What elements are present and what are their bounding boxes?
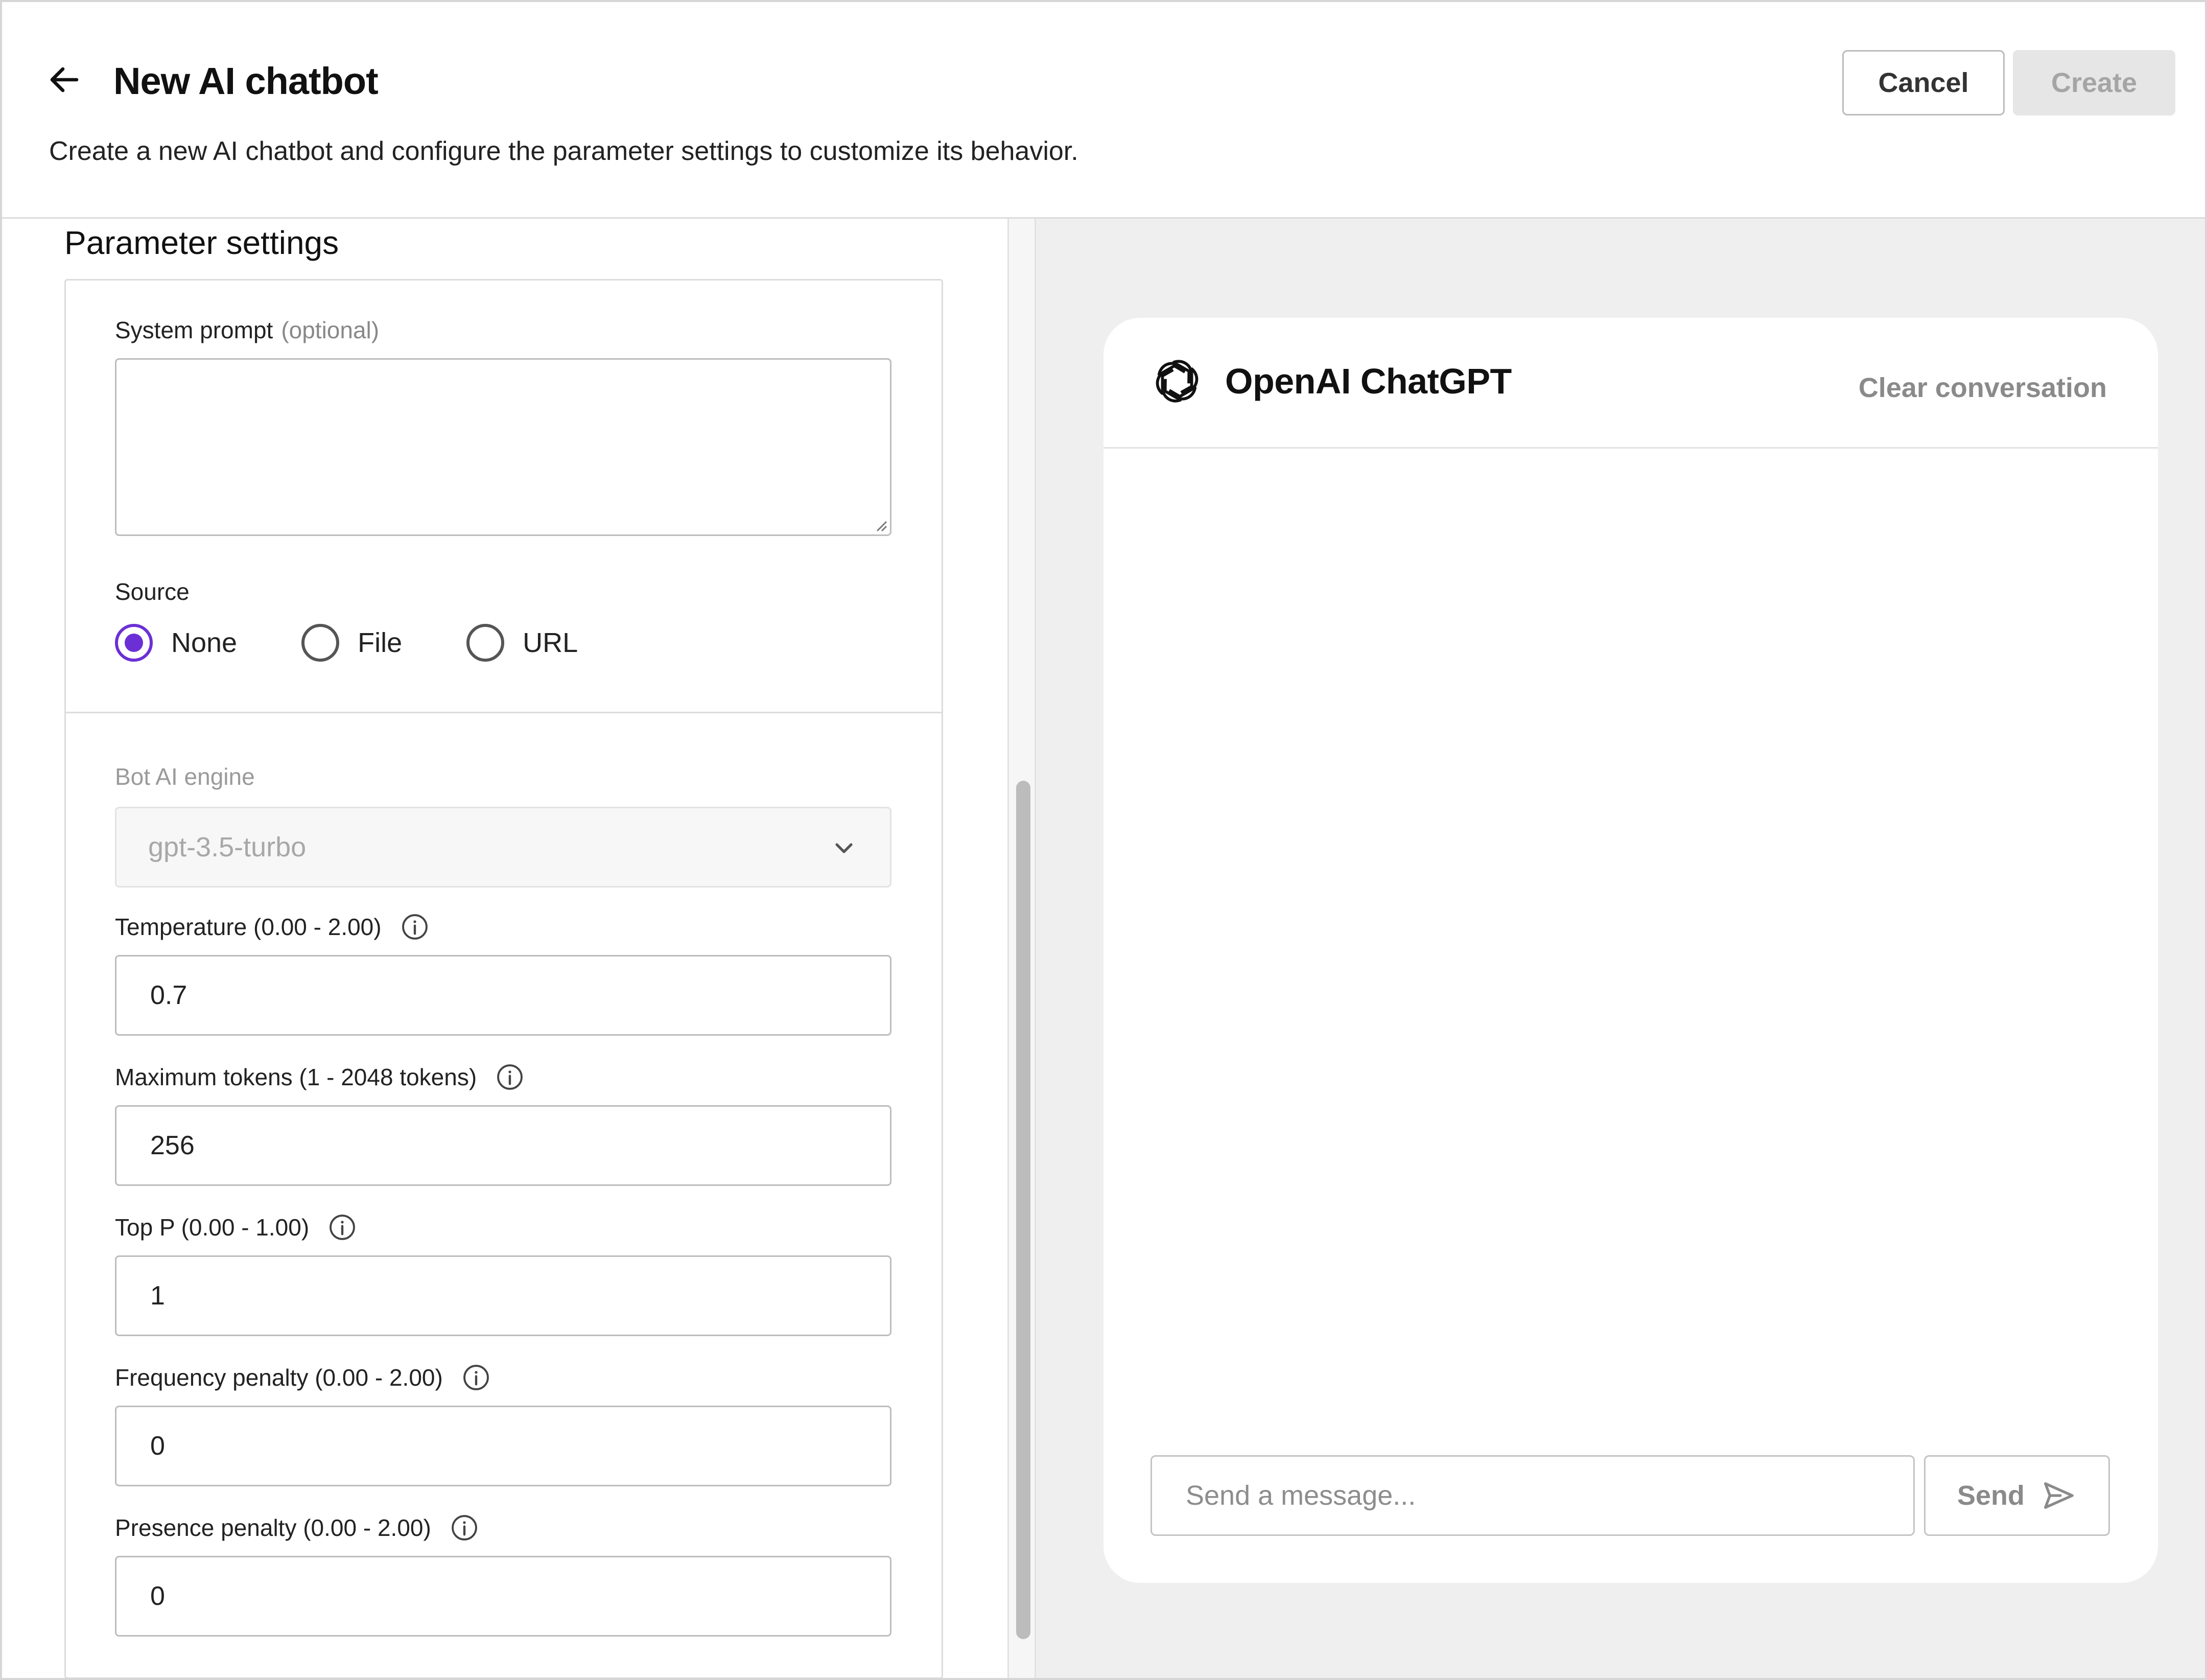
info-icon[interactable] xyxy=(400,912,430,942)
message-input[interactable] xyxy=(1151,1455,1915,1536)
frequency-penalty-label: Frequency penalty (0.00 - 2.00) xyxy=(115,1363,491,1392)
frequency-penalty-input[interactable]: 0 xyxy=(115,1406,891,1486)
presence-penalty-label: Presence penalty (0.00 - 2.00) xyxy=(115,1513,479,1543)
temperature-input[interactable]: 0.7 xyxy=(115,955,891,1036)
system-prompt-label-text: System prompt xyxy=(115,317,273,343)
section-divider xyxy=(66,712,942,713)
radio-unchecked-icon xyxy=(301,624,340,662)
source-option-label: URL xyxy=(523,627,578,658)
source-option-label: File xyxy=(358,627,403,658)
radio-unchecked-icon xyxy=(466,624,505,662)
page-subtitle: Create a new AI chatbot and configure th… xyxy=(49,136,1078,166)
frequency-penalty-label-text: Frequency penalty (0.00 - 2.00) xyxy=(115,1364,443,1391)
clear-conversation-button[interactable]: Clear conversation xyxy=(1859,372,2107,404)
chat-title: OpenAI ChatGPT xyxy=(1225,361,1512,401)
temperature-label: Temperature (0.00 - 2.00) xyxy=(115,912,430,942)
engine-select[interactable]: gpt-3.5-turbo xyxy=(115,807,891,888)
send-button[interactable]: Send xyxy=(1924,1455,2110,1536)
scrollbar-thumb[interactable] xyxy=(1016,781,1030,1639)
source-option-file[interactable]: File xyxy=(301,624,402,662)
top-p-label-text: Top P (0.00 - 1.00) xyxy=(115,1214,310,1241)
scrollbar-track[interactable] xyxy=(1007,219,1036,1678)
app-window: New AI chatbot Create a new AI chatbot a… xyxy=(0,0,2207,1680)
page-title: New AI chatbot xyxy=(113,60,379,102)
presence-penalty-label-text: Presence penalty (0.00 - 2.00) xyxy=(115,1514,431,1541)
radio-checked-icon xyxy=(115,624,153,662)
info-icon[interactable] xyxy=(461,1363,491,1392)
max-tokens-label-text: Maximum tokens (1 - 2048 tokens) xyxy=(115,1064,477,1090)
source-label: Source xyxy=(115,578,190,605)
chat-preview-panel: OpenAI ChatGPT Clear conversation Send xyxy=(1036,219,2205,1678)
chat-card: OpenAI ChatGPT Clear conversation Send xyxy=(1104,318,2158,1583)
max-tokens-label: Maximum tokens (1 - 2048 tokens) xyxy=(115,1062,525,1092)
chevron-down-icon xyxy=(835,843,853,853)
info-icon[interactable] xyxy=(327,1212,357,1242)
source-option-none[interactable]: None xyxy=(115,624,237,662)
send-icon xyxy=(2044,1482,2074,1509)
openai-logo-icon xyxy=(1156,360,1199,403)
cancel-button[interactable]: Cancel xyxy=(1842,50,2005,115)
max-tokens-input[interactable]: 256 xyxy=(115,1105,891,1186)
info-icon[interactable] xyxy=(495,1062,525,1092)
top-p-label: Top P (0.00 - 1.00) xyxy=(115,1212,357,1242)
create-button[interactable]: Create xyxy=(2013,50,2175,115)
send-button-label: Send xyxy=(1957,1480,2025,1511)
info-icon[interactable] xyxy=(450,1513,479,1543)
source-radio-group: None File URL xyxy=(115,624,642,662)
system-prompt-textarea[interactable] xyxy=(115,358,891,536)
source-option-url[interactable]: URL xyxy=(466,624,578,662)
settings-card: System prompt (optional) Source None Fil… xyxy=(64,279,943,1678)
temperature-label-text: Temperature (0.00 - 2.00) xyxy=(115,914,382,940)
section-title: Parameter settings xyxy=(64,224,339,261)
top-p-input[interactable]: 1 xyxy=(115,1255,891,1336)
engine-label: Bot AI engine xyxy=(115,763,255,790)
presence-penalty-input[interactable]: 0 xyxy=(115,1556,891,1637)
engine-select-value: gpt-3.5-turbo xyxy=(148,832,307,862)
chat-header: OpenAI ChatGPT Clear conversation xyxy=(1104,318,2158,449)
arrow-left-icon xyxy=(50,67,79,92)
settings-panel: Parameter settings System prompt (option… xyxy=(2,219,1008,1678)
page-header: New AI chatbot Create a new AI chatbot a… xyxy=(2,2,2205,219)
system-prompt-label: System prompt (optional) xyxy=(115,316,379,344)
source-option-label: None xyxy=(171,627,238,658)
back-button[interactable] xyxy=(43,58,86,101)
resize-handle-icon[interactable] xyxy=(873,517,888,532)
optional-tag: (optional) xyxy=(281,317,380,343)
